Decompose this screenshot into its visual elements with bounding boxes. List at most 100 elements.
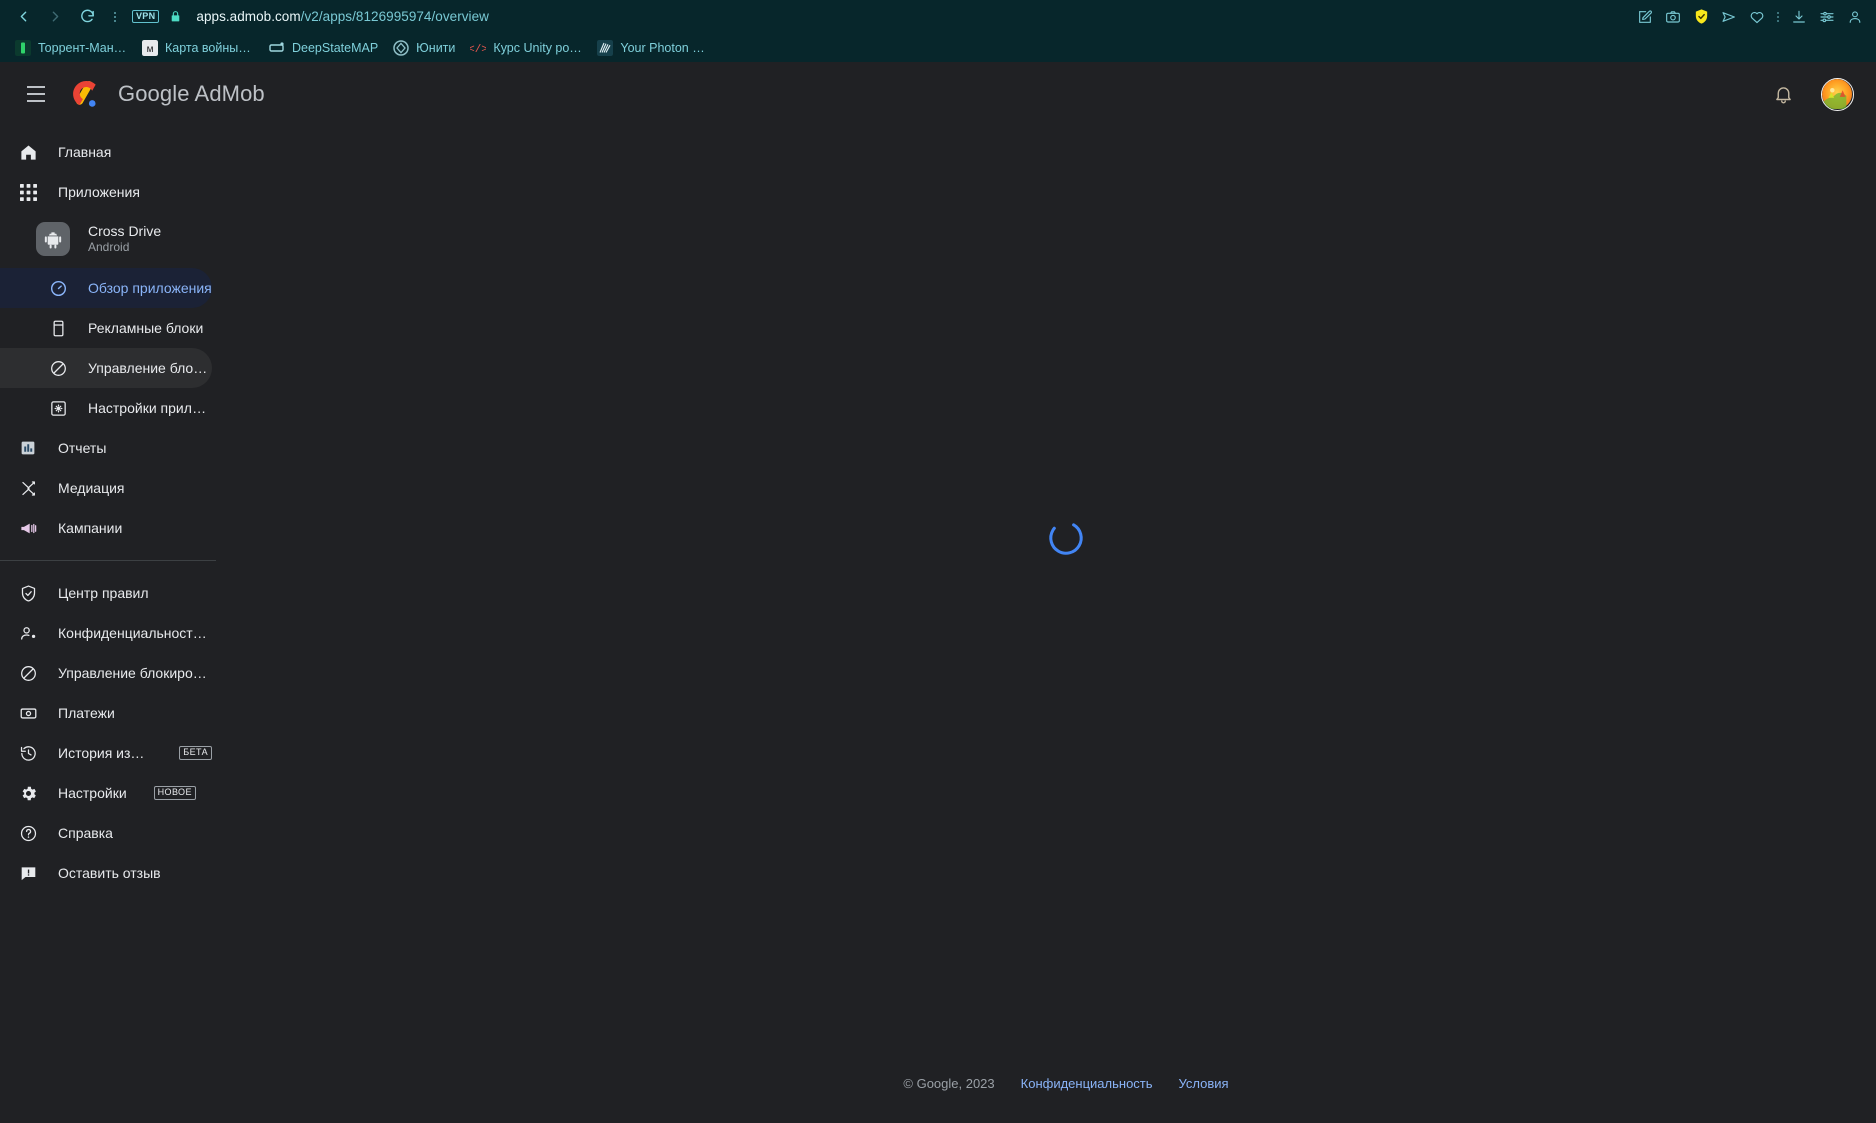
apps-grid-icon <box>18 182 38 202</box>
map-favicon: м <box>142 39 158 56</box>
sidebar-item-reports[interactable]: Отчеты <box>0 428 212 468</box>
block-icon <box>48 358 68 378</box>
navigation-buttons <box>8 3 124 31</box>
svg-text:м: м <box>147 44 154 55</box>
bookmark-item[interactable]: Торрент-Мания -... <box>8 37 134 59</box>
help-icon <box>18 823 38 843</box>
edit-annotate-icon[interactable] <box>1632 4 1658 30</box>
sidebar-item-label: Обзор приложения <box>88 280 212 296</box>
loading-indicator <box>256 519 1876 557</box>
page-menu-icon[interactable] <box>106 3 124 31</box>
selected-app-platform: Android <box>88 240 130 255</box>
sidebar-item-label: Конфиденциальность и со... <box>58 625 212 641</box>
sidebar-item-label: Управление блокировкой <box>58 665 212 681</box>
megaphone-icon <box>18 518 38 538</box>
green-square-favicon <box>15 39 31 56</box>
page-footer: © Google, 2023 Конфиденциальность Услови… <box>256 1076 1876 1091</box>
more-vertical-icon[interactable] <box>1772 4 1784 30</box>
ad-unit-icon <box>48 318 68 338</box>
status-badge: БЕТА <box>179 746 212 760</box>
block-icon <box>18 663 38 683</box>
sidebar-item-home[interactable]: Главная <box>0 132 212 172</box>
url-host: apps.admob.com <box>196 9 301 24</box>
bookmark-item[interactable]: </> Курс Unity розроб... <box>463 37 589 59</box>
sliders-icon[interactable] <box>1814 4 1840 30</box>
sidebar-item-payments[interactable]: Платежи <box>0 693 212 733</box>
sidebar-item-change-history[interactable]: История изменений БЕТА <box>0 733 212 773</box>
mediation-icon <box>18 478 38 498</box>
menu-icon[interactable] <box>14 72 58 116</box>
admob-app: Google AdMob Главная Приложения Cross Dr… <box>0 62 1876 1123</box>
shield-check-icon <box>18 583 38 603</box>
home-icon <box>18 142 38 162</box>
bookmark-item[interactable]: Your Photon Cloud... <box>590 37 716 59</box>
browser-chrome: VPN apps.admob.com/v2/apps/8126995974/ov… <box>0 0 1876 62</box>
url-path: /v2/apps/8126995974/overview <box>300 9 489 24</box>
sidebar-item-label: Управление блокиров... <box>88 360 212 376</box>
app-settings-icon <box>48 398 68 418</box>
shield-check-icon[interactable] <box>1688 4 1714 30</box>
sidebar-item-mediation[interactable]: Медиация <box>0 468 212 508</box>
brand-google: Google <box>118 81 190 106</box>
selected-app-text: Cross Drive Android <box>88 222 161 256</box>
bookmark-item[interactable]: м Карта войны в Укр... <box>135 37 261 59</box>
selected-app-name: Cross Drive <box>88 223 162 240</box>
sidebar-item-label: Центр правил <box>58 585 149 601</box>
deepstate-favicon <box>269 40 285 56</box>
sidebar-item-app-blocking[interactable]: Управление блокиров... <box>0 348 212 388</box>
address-bar[interactable]: apps.admob.com/v2/apps/8126995974/overvi… <box>196 9 489 24</box>
sidebar-item-settings[interactable]: Настройки НОВОЕ <box>0 773 212 813</box>
forward-icon[interactable] <box>40 3 70 31</box>
sidebar-item-help[interactable]: Справка <box>0 813 212 853</box>
admob-logo-icon <box>73 80 96 107</box>
sidebar-item-label: Кампании <box>58 520 123 536</box>
gear-icon <box>18 783 38 803</box>
sidebar-item-label: Рекламные блоки <box>88 320 204 336</box>
avatar[interactable] <box>1821 77 1854 111</box>
sidebar-item-policy-center[interactable]: Центр правил <box>0 573 212 613</box>
sidebar-item-privacy[interactable]: Конфиденциальность и со... <box>0 613 212 653</box>
sidebar-item-blocking-controls[interactable]: Управление блокировкой <box>0 653 212 693</box>
sidebar-item-label: Справка <box>58 825 113 841</box>
copyright-text: © Google, 2023 <box>903 1076 995 1091</box>
sidebar-divider <box>0 560 216 561</box>
lock-icon[interactable] <box>169 10 182 23</box>
sidebar: Главная Приложения Cross Drive Android О… <box>0 126 256 1123</box>
photon-favicon <box>597 39 614 56</box>
sidebar-item-apps[interactable]: Приложения <box>0 172 212 212</box>
sidebar-item-label: Главная <box>58 144 112 160</box>
sidebar-item-app-overview[interactable]: Обзор приложения <box>0 268 212 308</box>
app-body: Главная Приложения Cross Drive Android О… <box>0 126 1876 1123</box>
sidebar-item-app-settings[interactable]: Настройки приложения <box>0 388 212 428</box>
sidebar-item-label: Оставить отзыв <box>58 865 161 881</box>
send-icon[interactable] <box>1716 4 1742 30</box>
brand[interactable]: Google AdMob <box>68 76 265 112</box>
status-badge: НОВОЕ <box>153 786 196 800</box>
vpn-badge[interactable]: VPN <box>132 10 160 23</box>
download-icon[interactable] <box>1786 4 1812 30</box>
notifications-icon[interactable] <box>1763 74 1803 114</box>
bookmark-label: Курс Unity розроб... <box>493 40 582 55</box>
heart-icon[interactable] <box>1744 4 1770 30</box>
sidebar-item-feedback[interactable]: Оставить отзыв <box>0 853 212 893</box>
bookmark-item[interactable]: Юнити <box>386 37 462 59</box>
reload-icon[interactable] <box>72 3 102 31</box>
speedometer-icon <box>48 278 68 298</box>
profile-icon[interactable] <box>1842 4 1868 30</box>
unity-favicon <box>393 39 409 56</box>
bookmark-item[interactable]: DeepStateMAP <box>262 37 385 59</box>
privacy-link[interactable]: Конфиденциальность <box>1021 1076 1153 1091</box>
sidebar-item-campaigns[interactable]: Кампании <box>0 508 212 548</box>
sidebar-item-label: Отчеты <box>58 440 107 456</box>
bookmarks-bar: Торрент-Мания -... м Карта войны в Укр..… <box>0 33 1876 62</box>
camera-icon[interactable] <box>1660 4 1686 30</box>
sidebar-item-label: Медиация <box>58 480 125 496</box>
back-icon[interactable] <box>8 3 38 31</box>
bookmark-label: Your Photon Cloud... <box>620 40 709 55</box>
sidebar-item-ad-units[interactable]: Рекламные блоки <box>0 308 212 348</box>
terms-link[interactable]: Условия <box>1179 1076 1229 1091</box>
selected-app[interactable]: Cross Drive Android <box>0 212 256 266</box>
payments-icon <box>18 703 38 723</box>
sidebar-item-label: Приложения <box>58 184 140 200</box>
bookmark-label: DeepStateMAP <box>292 40 379 55</box>
